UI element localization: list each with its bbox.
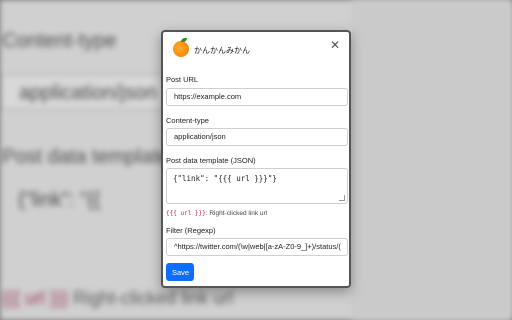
post-url-input[interactable]: https://example.com <box>166 88 348 106</box>
save-button[interactable]: Save <box>166 263 194 281</box>
app-title: かんかんみかん <box>194 46 250 55</box>
filter-label: Filter (Regexp) <box>166 226 216 235</box>
content-type-label: Content-type <box>166 116 209 125</box>
post-url-label: Post URL <box>166 75 199 84</box>
post-data-textarea[interactable]: {"link": "{{{ url }}}"} <box>166 168 348 204</box>
url-hint: {{{ url }}}: Right-clicked link url <box>166 210 267 217</box>
url-hint-text: : Right-clicked link url <box>205 210 268 217</box>
settings-popup: かんかんみかん ✕ Post URL https://example.com C… <box>161 30 351 288</box>
post-data-text: {"link": "{{{ url }}}"} <box>173 174 277 183</box>
orange-icon <box>173 38 189 57</box>
popup-header: かんかんみかん ✕ <box>163 32 349 68</box>
filter-input[interactable]: ^https://twitter.com/(\w|web|[a-zA-Z0-9_… <box>166 238 348 256</box>
resize-handle[interactable] <box>339 195 345 201</box>
content-type-input[interactable]: application/json <box>166 128 348 146</box>
url-placeholder-code: {{{ url }}} <box>166 210 206 217</box>
post-data-label: Post data template (JSON) <box>166 156 256 165</box>
close-icon[interactable]: ✕ <box>328 38 342 52</box>
